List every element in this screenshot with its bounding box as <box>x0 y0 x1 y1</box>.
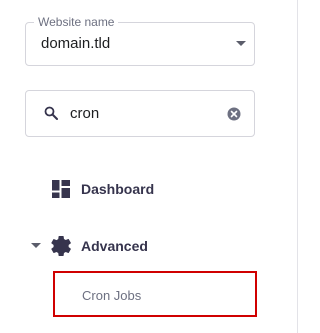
sidebar-border <box>297 0 298 333</box>
nav-item-dashboard[interactable]: Dashboard <box>0 173 297 205</box>
clear-search-icon[interactable] <box>227 107 241 121</box>
nav-subitem-label: Cron Jobs <box>82 288 142 303</box>
nav-label-advanced: Advanced <box>81 238 148 254</box>
nav-subitem-cron-jobs[interactable]: Cron Jobs <box>53 271 257 317</box>
search-icon <box>44 106 58 120</box>
caret-down-icon <box>31 243 41 248</box>
website-select[interactable]: Website name domain.tld <box>25 15 255 66</box>
website-select-value: domain.tld <box>41 35 111 52</box>
chevron-down-icon <box>236 41 246 46</box>
website-select-label: Website name <box>34 15 119 29</box>
search-input[interactable] <box>70 103 220 123</box>
dashboard-icon <box>52 180 70 198</box>
nav-item-advanced[interactable]: Advanced <box>0 230 297 262</box>
search-box <box>25 90 255 137</box>
nav-label-dashboard: Dashboard <box>81 181 155 197</box>
gear-icon <box>51 236 71 256</box>
